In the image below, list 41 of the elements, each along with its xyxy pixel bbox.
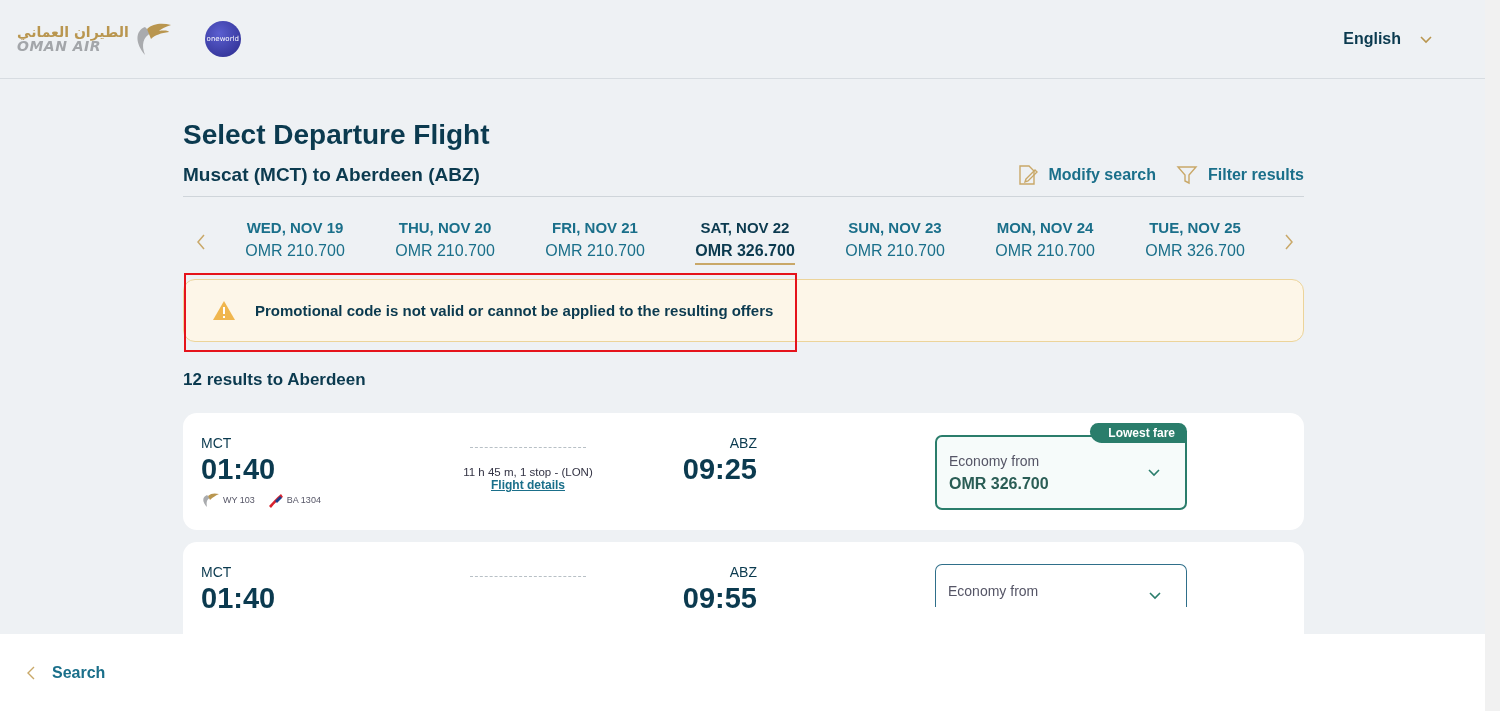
wing-logo-icon [201,492,219,508]
airport-code: ABZ [729,564,757,580]
route-heading: Muscat (MCT) to Aberdeen (ABZ) [183,164,480,186]
arrival-time: 09:25 [682,453,757,486]
action-link[interactable]: Filter results [1175,164,1304,186]
departure-time: 01:40 [201,582,277,615]
document-edit-icon [1016,164,1039,186]
flight-details-link[interactable]: Flight details [491,478,565,492]
chevron-down-icon [1148,591,1162,600]
date-tab[interactable]: MON, NOV 24 OMR 210.700 [995,219,1095,265]
chevron-down-icon [1419,34,1433,44]
date-tab[interactable]: FRI, NOV 21 OMR 210.700 [545,219,645,265]
date-tab[interactable]: TUE, NOV 25 OMR 326.700 [1145,219,1245,265]
chevron-left-icon [27,665,35,680]
date-tab[interactable]: SUN, NOV 23 OMR 210.700 [845,219,945,265]
airport-code: MCT [201,564,233,580]
date-tab[interactable]: THU, NOV 20 OMR 210.700 [395,219,495,265]
language-selector[interactable]: English [1343,30,1433,48]
flight-number: WY 103 [223,495,255,505]
date-tab[interactable]: WED, NOV 19 OMR 210.700 [245,219,345,265]
departure-time: 01:40 [201,453,277,486]
fare-selector[interactable]: Economy from [935,564,1187,607]
chevron-right-icon [1284,234,1294,250]
back-link[interactable]: Search [27,663,106,682]
logo-arabic-text: الطيران العماني [17,25,129,39]
action-link[interactable]: Modify search [1016,164,1156,186]
flight-number: BA 1304 [286,495,321,505]
date-tab[interactable]: SAT, NOV 22 OMR 326.700 [695,219,795,265]
chevron-left-icon [196,234,206,250]
airport-code: ABZ [729,435,757,451]
results-count: 12 results to Aberdeen [183,370,367,390]
warning-icon [212,300,236,321]
arrival-time: 09:55 [682,582,757,615]
airport-code: MCT [201,435,233,451]
page-title: Select Departure Flight [183,118,491,152]
flight-duration: 11 h 45 m, 1 stop - (LON) [463,466,593,478]
ribbon-logo-icon [266,492,283,508]
filter-icon [1175,164,1198,186]
chevron-down-icon [1147,468,1161,477]
lowest-fare-badge: Lowest fare [1090,423,1187,443]
warning-message: Promotional code is not valid or cannot be applied to the resulting offers [255,302,774,319]
